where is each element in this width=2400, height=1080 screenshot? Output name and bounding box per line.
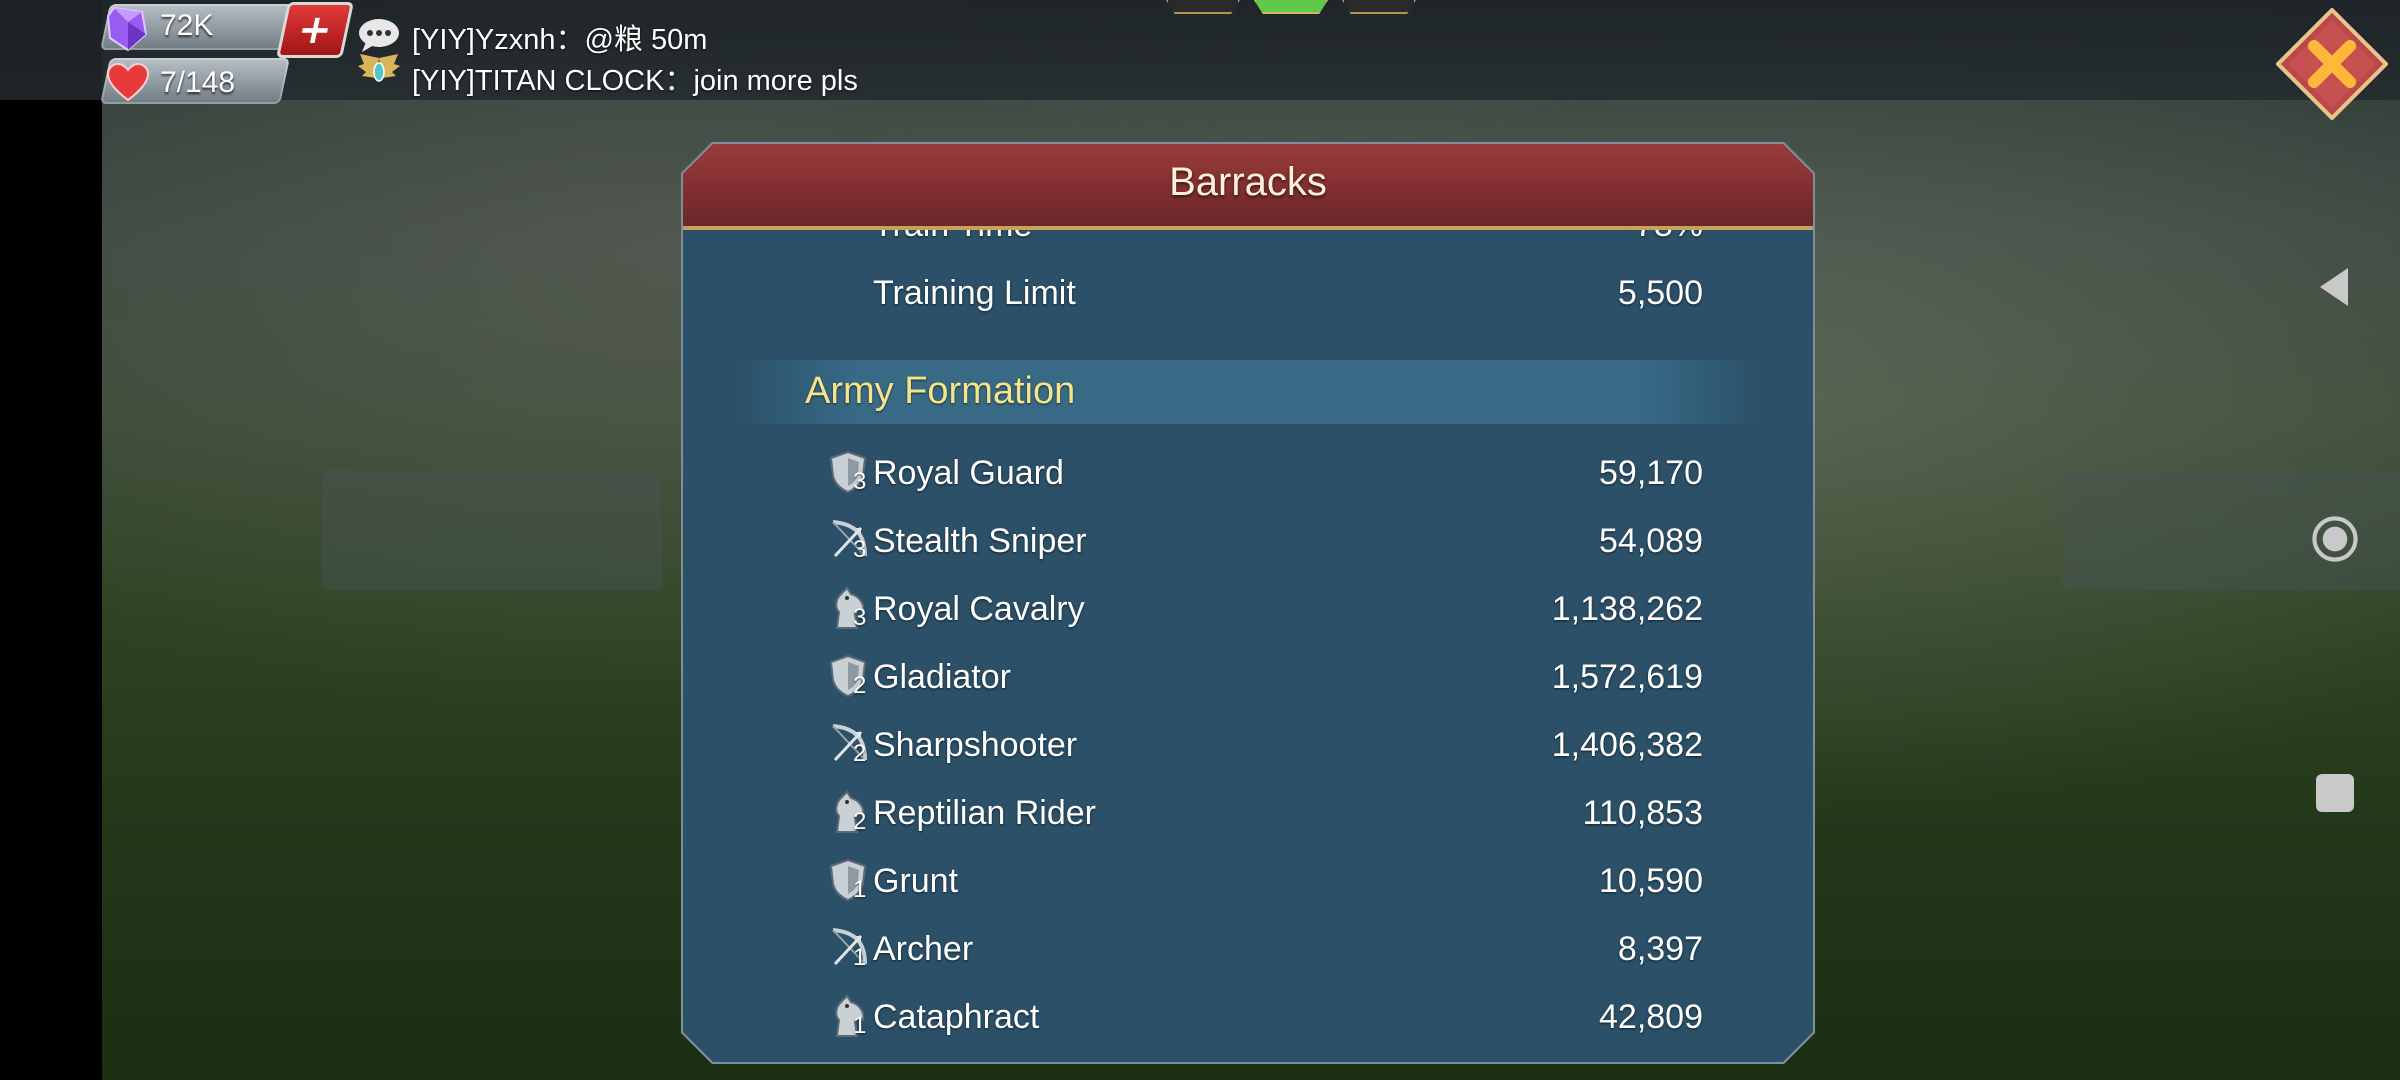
troop-tier: 2 [853,740,867,767]
troop-count: 1,138,262 [1551,590,1703,628]
troop-row: 2 Sharpshooter 1,406,382 [825,716,1703,776]
troop-row: 2 Reptilian Rider 110,853 [825,784,1703,844]
troop-row: 3 Royal Cavalry 1,138,262 [825,580,1703,640]
chat-message-2[interactable]: [YIY]TITAN CLOCK：join more pls [412,57,858,99]
troop-name: Stealth Sniper [873,522,1087,560]
troop-name: Gladiator [873,658,1011,696]
troop-name: Archer [873,930,974,968]
troop-count: 1,406,382 [1551,726,1703,764]
troop-name: Cataphract [873,998,1040,1036]
troop-tier: 2 [853,672,867,699]
panel-header: Barracks [683,144,1813,230]
troop-count: 59,170 [1599,454,1703,492]
stat-label: Training Limit [873,274,1076,312]
troop-count: 54,089 [1599,522,1703,560]
troop-count: 42,809 [1599,998,1703,1036]
troop-count: 110,853 [1582,794,1703,832]
troop-tier: 1 [853,944,867,971]
troop-row: 1 Cataphract 42,809 [825,988,1703,1048]
stat-value: 5,500 [1617,274,1703,312]
troop-tier: 2 [853,808,867,835]
panel-title: Barracks [1169,160,1327,204]
troop-count: 8,397 [1617,930,1703,968]
stat-row-training-limit: Training Limit 5,500 [873,266,1703,322]
section-title-army-formation: Army Formation [805,370,1076,412]
nav-recents-icon[interactable] [2312,770,2358,816]
background-ruins [322,470,662,590]
troop-row: 2 Gladiator 1,572,619 [825,648,1703,708]
troop-row: 3 Stealth Sniper 54,089 [825,512,1703,572]
troop-tier: 1 [853,876,867,903]
heart-icon [106,62,150,102]
nav-home-icon[interactable] [2312,516,2358,562]
troop-tier: 1 [853,1012,867,1039]
troop-name: Royal Cavalry [873,590,1085,628]
gem-icon [106,6,148,52]
stat-label: Train Time [873,230,1032,245]
troop-tier: 3 [853,468,867,495]
troop-name: Sharpshooter [873,726,1078,764]
troop-tier: 3 [853,536,867,563]
close-button[interactable] [2276,8,2388,120]
stat-value: -78% [1624,230,1703,245]
chat-bubble-icon[interactable] [356,16,402,54]
page-dot[interactable] [1166,0,1240,14]
chat-message-1[interactable]: [YIY]Yzxnh：@粮 50m [412,16,707,58]
troop-row: 1 Archer 8,397 [825,920,1703,980]
page-dot-active[interactable] [1254,0,1328,14]
troop-name: Reptilian Rider [873,794,1096,832]
troop-count: 10,590 [1599,862,1703,900]
page-indicator [1166,0,1416,16]
troop-row: 1 Grunt 10,590 [825,852,1703,912]
troop-count: 1,572,619 [1551,658,1703,696]
gems-count: 72K [160,9,214,42]
panel-body-scroll[interactable]: Train Time -78% Training Limit 5,500 Arm… [683,230,1813,1050]
page-dot[interactable] [1342,0,1416,14]
stat-row-train-time: Train Time -78% [873,230,1703,254]
buy-gems-button[interactable]: + [276,2,354,58]
stamina-count: 7/148 [160,66,236,99]
troop-tier: 3 [853,604,867,631]
guild-wings-icon [358,54,400,82]
troop-name: Royal Guard [873,454,1064,492]
troop-name: Grunt [873,862,959,900]
nav-back-icon[interactable] [2312,264,2358,310]
troop-row: 3 Royal Guard 59,170 [825,444,1703,504]
barracks-panel: Barracks Train Time -78% Training Limit … [683,144,1813,1062]
